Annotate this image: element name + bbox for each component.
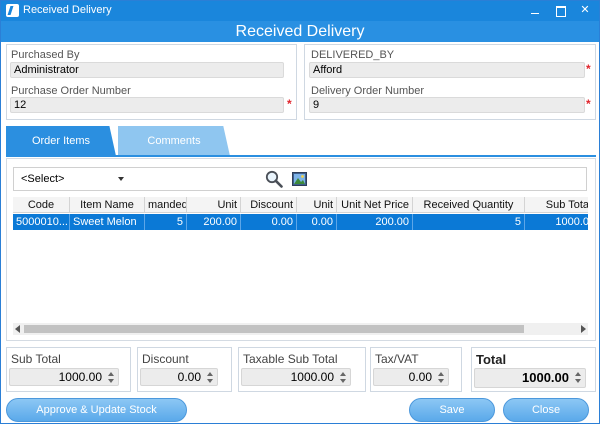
discount-label: Discount bbox=[142, 352, 189, 366]
sub-total-value: 1000.00 bbox=[58, 370, 102, 384]
sub-total-label: Sub Total bbox=[11, 352, 61, 366]
tax-vat-box: Tax/VAT 0.00 bbox=[370, 347, 462, 392]
cell-unit[interactable]: 200.00 bbox=[187, 214, 241, 230]
close-button[interactable]: Close bbox=[503, 398, 589, 422]
total-value: 1000.00 bbox=[522, 370, 569, 385]
cell-code[interactable]: 5000010... bbox=[13, 214, 70, 230]
table-header: Code Item Name manded Unit Discount Unit… bbox=[13, 197, 588, 213]
scrollbar-thumb[interactable] bbox=[24, 325, 524, 333]
tab-order-items[interactable]: Order Items bbox=[6, 126, 116, 156]
delivery-info-panel: DELIVERED_BY Afford * Delivery Order Num… bbox=[304, 44, 596, 120]
column-header-unit[interactable]: Unit bbox=[187, 197, 241, 213]
spinner-arrows-icon[interactable] bbox=[108, 372, 115, 383]
required-marker: * bbox=[586, 97, 591, 111]
required-marker: * bbox=[287, 97, 292, 111]
discount-box: Discount 0.00 bbox=[137, 347, 232, 392]
column-header-commanded[interactable]: manded bbox=[145, 197, 187, 213]
cell-unit-net-price[interactable]: 200.00 bbox=[337, 214, 413, 230]
taxable-sub-total-value: 1000.00 bbox=[290, 370, 334, 384]
column-header-sub-total[interactable]: Sub Tota bbox=[525, 197, 588, 213]
delivered-by-label: DELIVERED_BY bbox=[311, 49, 395, 61]
horizontal-scrollbar[interactable] bbox=[13, 323, 588, 335]
delivered-by-field[interactable]: Afford bbox=[309, 62, 585, 78]
filter-select-value: <Select> bbox=[21, 173, 65, 185]
column-header-unit-2[interactable]: Unit bbox=[297, 197, 337, 213]
minimize-button[interactable] bbox=[526, 2, 544, 19]
scroll-left-icon[interactable] bbox=[15, 325, 20, 333]
chevron-down-icon bbox=[118, 177, 124, 181]
table-row[interactable]: 5000010... Sweet Melon 5 200.00 0.00 0.0… bbox=[13, 214, 588, 230]
purchased-by-field[interactable]: Administrator bbox=[10, 62, 284, 78]
maximize-button[interactable] bbox=[551, 2, 569, 19]
title-bar[interactable]: Received Delivery ✕ bbox=[1, 1, 599, 21]
discount-value: 0.00 bbox=[177, 370, 201, 384]
tax-vat-stepper[interactable]: 0.00 bbox=[373, 368, 449, 386]
po-number-field[interactable]: 12 bbox=[10, 97, 284, 113]
sub-total-box: Sub Total 1000.00 bbox=[6, 347, 131, 392]
close-window-button[interactable]: ✕ bbox=[576, 2, 594, 19]
taxable-sub-total-box: Taxable Sub Total 1000.00 bbox=[238, 347, 366, 392]
image-icon[interactable] bbox=[292, 172, 307, 186]
cell-discount[interactable]: 0.00 bbox=[241, 214, 297, 230]
cell-commanded[interactable]: 5 bbox=[145, 214, 187, 230]
taxable-sub-total-stepper[interactable]: 1000.00 bbox=[241, 368, 351, 386]
app-logo-icon bbox=[6, 4, 19, 17]
cell-received-quantity[interactable]: 5 bbox=[413, 214, 525, 230]
do-number-field[interactable]: 9 bbox=[309, 97, 585, 113]
filter-select[interactable]: <Select> bbox=[16, 170, 128, 188]
order-items-table: Code Item Name manded Unit Discount Unit… bbox=[13, 197, 588, 323]
order-items-panel: <Select> Code Item Name manded Unit Disc… bbox=[6, 158, 596, 341]
total-stepper[interactable]: 1000.00 bbox=[474, 368, 586, 388]
page-title: Received Delivery bbox=[1, 21, 599, 42]
window-title: Received Delivery bbox=[23, 4, 112, 16]
approve-update-stock-button[interactable]: Approve & Update Stock bbox=[6, 398, 187, 422]
column-header-item-name[interactable]: Item Name bbox=[70, 197, 145, 213]
purchase-info-panel: Purchased By Administrator Purchase Orde… bbox=[6, 44, 297, 120]
tab-strip: Order Items Comments bbox=[1, 126, 599, 156]
grid-toolbar: <Select> bbox=[13, 167, 587, 191]
save-button[interactable]: Save bbox=[409, 398, 495, 422]
tab-comments[interactable]: Comments bbox=[118, 126, 230, 156]
cell-item-name[interactable]: Sweet Melon bbox=[70, 214, 145, 230]
spinner-arrows-icon[interactable] bbox=[340, 372, 347, 383]
column-header-discount[interactable]: Discount bbox=[241, 197, 297, 213]
received-delivery-window: Received Delivery ✕ Received Delivery Pu… bbox=[0, 0, 600, 424]
column-header-code[interactable]: Code bbox=[13, 197, 70, 213]
tax-vat-label: Tax/VAT bbox=[375, 352, 419, 366]
cell-sub-total[interactable]: 1000.0 bbox=[525, 214, 588, 230]
tab-divider bbox=[6, 155, 596, 157]
discount-stepper[interactable]: 0.00 bbox=[140, 368, 218, 386]
spinner-arrows-icon[interactable] bbox=[438, 372, 445, 383]
taxable-sub-total-label: Taxable Sub Total bbox=[243, 352, 338, 366]
required-marker: * bbox=[586, 62, 591, 76]
tax-vat-value: 0.00 bbox=[408, 370, 432, 384]
column-header-received-quantity[interactable]: Received Quantity bbox=[413, 197, 525, 213]
column-header-unit-net-price[interactable]: Unit Net Price bbox=[337, 197, 413, 213]
spinner-arrows-icon[interactable] bbox=[575, 372, 582, 383]
search-icon[interactable] bbox=[265, 170, 283, 188]
do-number-label: Delivery Order Number bbox=[311, 85, 425, 97]
purchased-by-label: Purchased By bbox=[11, 49, 80, 61]
scroll-right-icon[interactable] bbox=[581, 325, 586, 333]
total-box: Total 1000.00 bbox=[471, 347, 596, 392]
sub-total-stepper[interactable]: 1000.00 bbox=[9, 368, 119, 386]
spinner-arrows-icon[interactable] bbox=[207, 372, 214, 383]
cell-unit-2[interactable]: 0.00 bbox=[297, 214, 337, 230]
po-number-label: Purchase Order Number bbox=[11, 85, 131, 97]
total-label: Total bbox=[476, 352, 507, 367]
